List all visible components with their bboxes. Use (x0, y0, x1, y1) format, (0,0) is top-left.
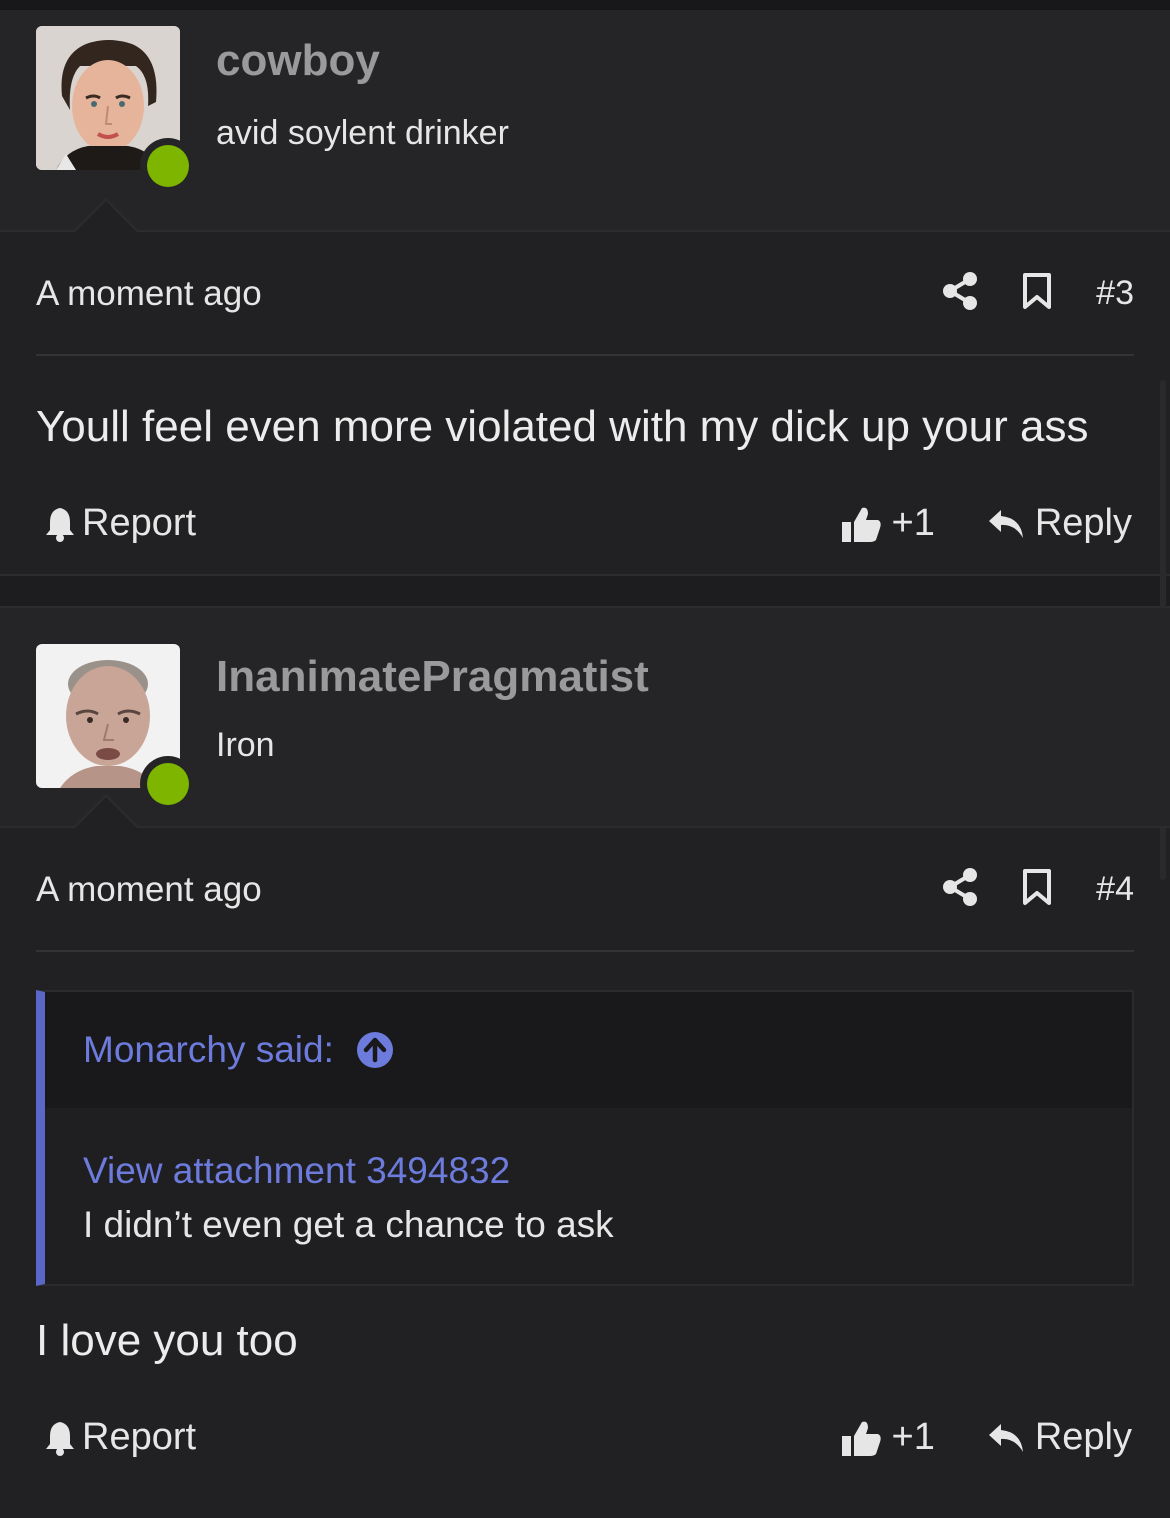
post: InanimatePragmatist Iron A moment ago #4… (0, 608, 1170, 1488)
arrow-up-circle-icon[interactable] (356, 1031, 394, 1069)
username[interactable]: cowboy (216, 36, 380, 86)
quote-header[interactable]: Monarchy said: (45, 992, 1132, 1108)
report-label: Report (82, 502, 197, 544)
report-label: Report (82, 1416, 197, 1458)
post-separator (0, 574, 1170, 608)
reply-icon (988, 1423, 1023, 1452)
post-meta-actions: #4 (942, 868, 1134, 911)
author-block: InanimatePragmatist Iron (0, 608, 1170, 829)
post-meta-actions: #3 (942, 272, 1134, 315)
like-count: +1 (891, 502, 935, 544)
author-block: cowboy avid soylent drinker (0, 10, 1170, 233)
post-meta: A moment ago #3 (36, 232, 1134, 356)
post-body: I love you too (36, 1316, 298, 1365)
bookmark-icon[interactable] (1022, 272, 1052, 315)
quote-block: Monarchy said: View attachment 3494832 I… (36, 990, 1134, 1286)
username[interactable]: InanimatePragmatist (216, 652, 649, 702)
quote-text: I didn’t even get a chance to ask (83, 1204, 614, 1245)
post-actions: Report +1 Reply (36, 454, 1134, 574)
post-body: Youll feel even more violated with my di… (36, 402, 1089, 451)
top-bar (0, 0, 1170, 10)
like-count: +1 (891, 1416, 935, 1458)
reply-button[interactable]: Reply (987, 1416, 1132, 1459)
report-button[interactable]: Report (44, 1416, 196, 1459)
reply-icon (988, 509, 1023, 538)
right-actions: +1 Reply (840, 502, 1132, 545)
bell-icon (46, 507, 74, 542)
post-actions: Report +1 Reply (36, 1368, 1134, 1488)
user-title: avid soylent drinker (216, 114, 509, 152)
like-button[interactable]: +1 (840, 1416, 935, 1459)
post-number[interactable]: #4 (1096, 870, 1134, 909)
report-button[interactable]: Report (44, 502, 196, 545)
online-indicator (140, 756, 196, 812)
avatar-wrap[interactable] (36, 26, 196, 194)
timestamp[interactable]: A moment ago (36, 274, 262, 314)
author-pointer (72, 198, 140, 233)
reply-label: Reply (1034, 1416, 1132, 1458)
quote-author[interactable]: Monarchy said: (83, 1029, 334, 1071)
share-icon[interactable] (942, 272, 978, 315)
share-icon[interactable] (942, 868, 978, 911)
attachment-link[interactable]: View attachment 3494832 (83, 1144, 1094, 1198)
reply-button[interactable]: Reply (987, 502, 1132, 545)
right-actions: +1 Reply (840, 1416, 1132, 1459)
avatar-wrap[interactable] (36, 644, 196, 812)
author-pointer (72, 794, 140, 829)
timestamp[interactable]: A moment ago (36, 870, 262, 910)
post-meta: A moment ago #4 (36, 828, 1134, 952)
bookmark-icon[interactable] (1022, 868, 1052, 911)
thumbs-up-icon (841, 1421, 881, 1456)
quote-body: View attachment 3494832 I didn’t even ge… (45, 1108, 1132, 1284)
user-title: Iron (216, 726, 275, 764)
thumbs-up-icon (841, 507, 881, 542)
post-number[interactable]: #3 (1096, 274, 1134, 313)
bell-icon (46, 1421, 74, 1456)
like-button[interactable]: +1 (840, 502, 935, 545)
reply-label: Reply (1034, 502, 1132, 544)
post: cowboy avid soylent drinker A moment ago… (0, 10, 1170, 574)
online-indicator (140, 138, 196, 194)
